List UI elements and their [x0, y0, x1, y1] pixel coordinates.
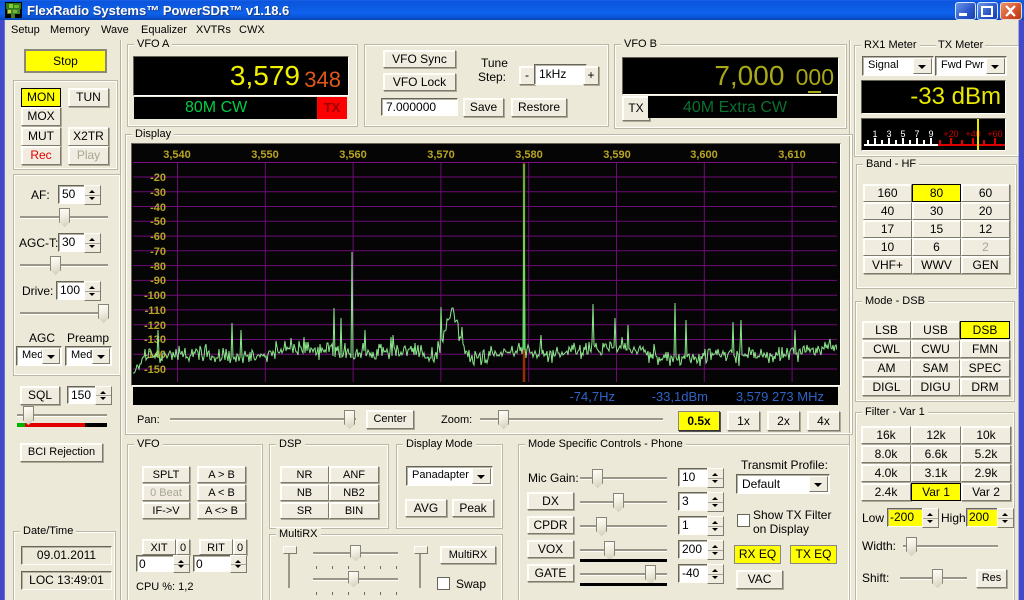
- svg-text:-80: -80: [150, 261, 166, 273]
- svg-text:+60: +60: [987, 129, 1002, 139]
- svg-text:+20: +20: [943, 129, 958, 139]
- svg-text:-110: -110: [145, 305, 166, 317]
- svg-text:-100: -100: [144, 290, 166, 302]
- svg-text:5: 5: [900, 129, 905, 139]
- svg-text:3,590: 3,590: [603, 149, 631, 161]
- svg-text:3,570: 3,570: [427, 149, 455, 161]
- svg-text:-20: -20: [150, 172, 166, 184]
- svg-text:3,610: 3,610: [778, 149, 806, 161]
- svg-text:3: 3: [886, 129, 891, 139]
- svg-text:3,550: 3,550: [251, 149, 279, 161]
- svg-text:7: 7: [914, 129, 919, 139]
- svg-text:-120: -120: [144, 320, 166, 332]
- svg-text:-30: -30: [150, 187, 166, 199]
- svg-text:-150: -150: [144, 364, 166, 376]
- svg-text:-130: -130: [144, 334, 166, 346]
- svg-text:-50: -50: [150, 216, 166, 228]
- svg-text:1: 1: [872, 129, 877, 139]
- svg-text:-90: -90: [150, 275, 166, 287]
- svg-text:-40: -40: [150, 202, 166, 214]
- svg-text:3,560: 3,560: [339, 149, 367, 161]
- svg-text:-70: -70: [150, 246, 166, 258]
- svg-text:3,600: 3,600: [690, 149, 718, 161]
- svg-text:-60: -60: [150, 231, 166, 243]
- svg-text:3,580: 3,580: [515, 149, 543, 161]
- svg-text:9: 9: [928, 129, 933, 139]
- svg-text:3,540: 3,540: [163, 149, 191, 161]
